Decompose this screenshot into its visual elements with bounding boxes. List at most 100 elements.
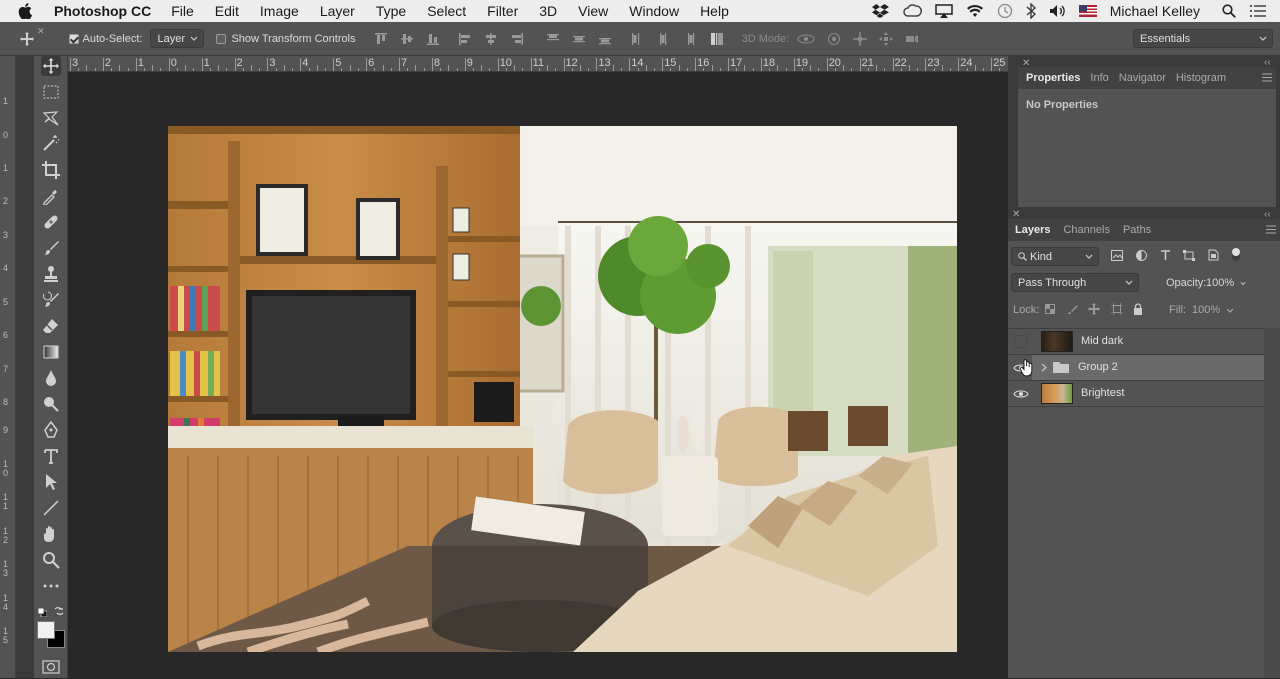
menu-3d[interactable]: 3D xyxy=(539,3,557,19)
preset-dropdown-close-icon[interactable]: ✕ xyxy=(37,26,45,37)
healing-brush-tool-icon[interactable] xyxy=(41,212,61,232)
eraser-tool-icon[interactable] xyxy=(41,316,61,336)
menu-edit[interactable]: Edit xyxy=(215,3,239,19)
workspace-dropdown[interactable]: Essentials xyxy=(1133,29,1273,48)
3d-scale-icon[interactable] xyxy=(905,32,919,46)
layer-visibility-toggle[interactable] xyxy=(1014,335,1027,348)
align-top-icon[interactable] xyxy=(374,32,388,46)
3d-roll-icon[interactable] xyxy=(827,32,841,46)
path-selection-tool-icon[interactable] xyxy=(41,472,61,492)
menu-filter[interactable]: Filter xyxy=(487,3,518,19)
filter-pixel-icon[interactable] xyxy=(1111,250,1123,261)
document-image[interactable] xyxy=(168,126,957,652)
spotlight-search-icon[interactable] xyxy=(1222,4,1236,18)
swap-colors-icon[interactable] xyxy=(54,603,64,613)
align-horizontal-center-icon[interactable] xyxy=(484,32,498,46)
menu-file[interactable]: File xyxy=(171,3,194,19)
tab-info[interactable]: Info xyxy=(1090,72,1108,84)
distribute-right-icon[interactable] xyxy=(682,32,696,46)
auto-align-layers-icon[interactable] xyxy=(710,32,724,46)
distribute-left-icon[interactable] xyxy=(630,32,644,46)
layer-row-selected[interactable]: Group 2 xyxy=(1008,355,1264,380)
chevron-right-icon[interactable] xyxy=(1041,363,1047,372)
menu-view[interactable]: View xyxy=(578,3,608,19)
fill-field[interactable]: 100% xyxy=(1192,300,1246,319)
foreground-color-swatch[interactable] xyxy=(37,621,55,639)
tab-layers[interactable]: Layers xyxy=(1015,224,1050,236)
marquee-tool-icon[interactable] xyxy=(41,82,61,102)
volume-icon[interactable] xyxy=(1049,4,1066,18)
layers-scrollbar[interactable] xyxy=(1264,328,1280,678)
menu-window[interactable]: Window xyxy=(629,3,679,19)
lock-image-pixels-icon[interactable] xyxy=(1067,304,1078,315)
history-brush-tool-icon[interactable] xyxy=(41,290,61,310)
creative-cloud-icon[interactable] xyxy=(902,4,922,18)
3d-orbit-icon[interactable] xyxy=(797,32,815,46)
layer-name[interactable]: Mid dark xyxy=(1081,335,1123,347)
eye-icon[interactable] xyxy=(1013,386,1029,402)
filter-adjustment-icon[interactable] xyxy=(1136,250,1147,261)
auto-select-checkbox[interactable] xyxy=(69,34,79,44)
menu-select[interactable]: Select xyxy=(427,3,466,19)
default-colors-icon[interactable] xyxy=(38,604,46,612)
lasso-tool-icon[interactable] xyxy=(41,108,61,128)
zoom-tool-icon[interactable] xyxy=(41,550,61,570)
airplay-icon[interactable] xyxy=(935,4,953,18)
time-machine-icon[interactable] xyxy=(997,3,1013,19)
menu-layer[interactable]: Layer xyxy=(320,3,355,19)
gradient-tool-icon[interactable] xyxy=(41,342,61,362)
distribute-bottom-icon[interactable] xyxy=(598,32,612,46)
tab-navigator[interactable]: Navigator xyxy=(1119,72,1166,84)
layer-row[interactable]: Brightest xyxy=(1008,381,1264,406)
stamp-tool-icon[interactable] xyxy=(41,264,61,284)
hand-tool-icon[interactable] xyxy=(41,524,61,544)
3d-slide-icon[interactable] xyxy=(879,32,893,46)
blend-mode-dropdown[interactable]: Pass Through xyxy=(1011,273,1139,292)
crop-tool-icon[interactable] xyxy=(41,160,61,180)
3d-pan-icon[interactable] xyxy=(853,32,867,46)
filter-smart-object-icon[interactable] xyxy=(1208,249,1219,261)
chevron-down-icon[interactable] xyxy=(1240,279,1246,287)
distribute-horizontal-center-icon[interactable] xyxy=(656,32,670,46)
notification-center-icon[interactable] xyxy=(1249,4,1267,18)
panel-menu-icon[interactable] xyxy=(1262,73,1272,82)
lock-position-icon[interactable] xyxy=(1088,303,1100,315)
brush-tool-icon[interactable] xyxy=(41,238,61,258)
dodge-tool-icon[interactable] xyxy=(41,394,61,414)
quick-mask-icon[interactable] xyxy=(42,660,60,674)
show-transform-controls-checkbox[interactable] xyxy=(216,34,226,44)
opacity-field[interactable]: 100% xyxy=(1206,273,1246,292)
tab-properties[interactable]: Properties xyxy=(1026,72,1080,84)
align-bottom-icon[interactable] xyxy=(426,32,440,46)
filter-kind-dropdown[interactable]: Kind xyxy=(1011,247,1099,266)
layer-name[interactable]: Brightest xyxy=(1081,387,1124,399)
filter-type-icon[interactable] xyxy=(1160,250,1171,261)
type-tool-icon[interactable] xyxy=(41,446,61,466)
lock-all-icon[interactable] xyxy=(1133,303,1143,315)
distribute-vertical-center-icon[interactable] xyxy=(572,32,586,46)
layer-row[interactable]: Mid dark xyxy=(1008,329,1264,354)
user-name[interactable]: Michael Kelley xyxy=(1110,3,1200,19)
more-tools-icon[interactable] xyxy=(41,576,61,596)
filter-toggle[interactable] xyxy=(1232,248,1240,261)
pen-tool-icon[interactable] xyxy=(41,420,61,440)
document-canvas[interactable] xyxy=(68,72,1008,678)
menu-help[interactable]: Help xyxy=(700,3,729,19)
auto-select-dropdown[interactable]: Layer xyxy=(150,29,204,48)
move-tool-icon[interactable] xyxy=(41,56,61,76)
line-tool-icon[interactable] xyxy=(41,498,61,518)
wifi-icon[interactable] xyxy=(966,4,984,18)
menu-type[interactable]: Type xyxy=(376,3,406,19)
align-vertical-center-icon[interactable] xyxy=(400,32,414,46)
app-name[interactable]: Photoshop CC xyxy=(54,3,151,19)
tab-channels[interactable]: Channels xyxy=(1063,224,1109,236)
lock-transparent-pixels-icon[interactable] xyxy=(1045,304,1055,314)
flag-icon[interactable] xyxy=(1079,5,1097,17)
lock-artboard-icon[interactable] xyxy=(1111,303,1123,315)
tab-paths[interactable]: Paths xyxy=(1123,224,1151,236)
tab-histogram[interactable]: Histogram xyxy=(1176,72,1226,84)
bluetooth-icon[interactable] xyxy=(1026,3,1036,19)
apple-icon[interactable] xyxy=(18,3,36,19)
chevron-down-icon[interactable] xyxy=(1226,306,1234,314)
panel-menu-icon[interactable] xyxy=(1266,225,1276,234)
